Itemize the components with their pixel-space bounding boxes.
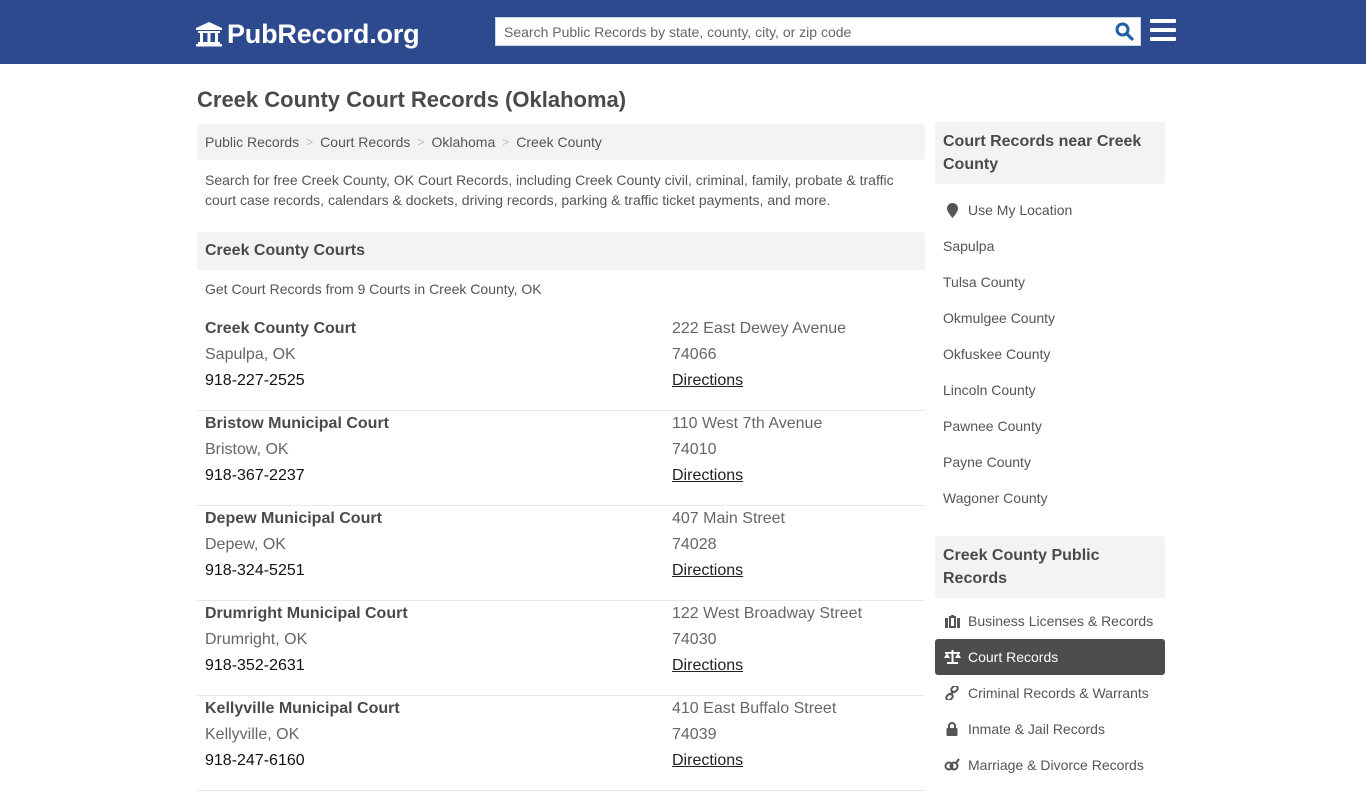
gender-rings-icon — [943, 758, 961, 772]
search-bar — [495, 17, 1141, 46]
sidebar-nearby: Court Records near Creek County Use My L… — [935, 122, 1165, 516]
court-name: Depew Municipal Court — [205, 510, 382, 527]
nearby-item-pawnee-county[interactable]: Pawnee County — [935, 408, 1165, 444]
court-city: Drumright, OK — [205, 631, 308, 648]
map-marker-icon — [943, 202, 961, 218]
court-address: 407 Main Street — [672, 510, 785, 527]
court-name: Drumright Municipal Court — [205, 605, 408, 622]
breadcrumb-separator: > — [502, 135, 510, 149]
sidebar-item-business-licenses[interactable]: Business Licenses & Records — [935, 603, 1165, 639]
court-phone[interactable]: 918-367-2237 — [205, 467, 389, 493]
court-zip: 74039 — [672, 726, 717, 743]
courts-list: Creek County Court Sapulpa, OK 918-227-2… — [197, 316, 925, 791]
site-logo[interactable]: PubRecord.org — [195, 16, 420, 52]
court-name: Kellyville Municipal Court — [205, 700, 400, 717]
directions-link[interactable]: Directions — [672, 372, 846, 398]
search-button[interactable] — [1108, 18, 1140, 45]
lock-icon — [943, 722, 961, 736]
court-phone[interactable]: 918-352-2631 — [205, 657, 408, 683]
courts-section-subheading: Get Court Records from 9 Courts in Creek… — [205, 281, 542, 297]
hamburger-menu-button[interactable] — [1150, 19, 1176, 43]
sidebar-item-label: Marriage & Divorce Records — [968, 757, 1144, 773]
court-phone[interactable]: 918-247-6160 — [205, 752, 400, 778]
court-phone[interactable]: 918-324-5251 — [205, 562, 382, 588]
court-address: 410 East Buffalo Street — [672, 700, 837, 717]
court-city: Kellyville, OK — [205, 726, 300, 743]
court-address: 122 West Broadway Street — [672, 605, 863, 622]
search-icon — [1115, 22, 1134, 41]
courts-section-heading: Creek County Courts — [197, 232, 925, 270]
court-city: Depew, OK — [205, 536, 286, 553]
sidebar-item-marriage-divorce[interactable]: Marriage & Divorce Records — [935, 747, 1165, 783]
breadcrumb-oklahoma[interactable]: Oklahoma — [431, 134, 495, 150]
sidebar-item-label: Business Licenses & Records — [968, 613, 1154, 629]
sidebar-public-records: Creek County Public Records Business Lic… — [935, 536, 1165, 783]
breadcrumb: Public Records > Court Records > Oklahom… — [197, 124, 925, 160]
court-zip: 74066 — [672, 346, 717, 363]
court-item: Depew Municipal Court Depew, OK 918-324-… — [197, 506, 925, 601]
sidebar-item-label: Criminal Records & Warrants — [968, 685, 1149, 701]
court-item: Creek County Court Sapulpa, OK 918-227-2… — [197, 316, 925, 411]
breadcrumb-separator: > — [306, 135, 314, 149]
use-my-location-link[interactable]: Use My Location — [935, 192, 1165, 228]
sidebar-item-criminal-records[interactable]: Criminal Records & Warrants — [935, 675, 1165, 711]
menu-bar-icon — [1150, 19, 1176, 23]
directions-link[interactable]: Directions — [672, 562, 785, 588]
directions-link[interactable]: Directions — [672, 467, 822, 493]
court-item: Drumright Municipal Court Drumright, OK … — [197, 601, 925, 696]
directions-link[interactable]: Directions — [672, 657, 862, 683]
briefcase-icon — [943, 614, 961, 628]
intro-text: Search for free Creek County, OK Court R… — [205, 172, 894, 208]
court-zip: 74010 — [672, 441, 717, 458]
sidebar-public-records-heading: Creek County Public Records — [935, 536, 1165, 598]
court-phone[interactable]: 918-227-2525 — [205, 372, 356, 398]
scales-icon — [943, 650, 961, 664]
court-address: 110 West 7th Avenue — [672, 415, 823, 432]
sidebar-nearby-heading: Court Records near Creek County — [935, 122, 1165, 184]
sidebar-item-inmate-records[interactable]: Inmate & Jail Records — [935, 711, 1165, 747]
court-zip: 74028 — [672, 536, 717, 553]
menu-bar-icon — [1150, 28, 1176, 32]
nearby-item-tulsa-county[interactable]: Tulsa County — [935, 264, 1165, 300]
search-input[interactable] — [496, 18, 1108, 45]
breadcrumb-public-records[interactable]: Public Records — [205, 134, 299, 150]
use-my-location-label: Use My Location — [968, 202, 1073, 218]
court-address: 222 East Dewey Avenue — [672, 320, 847, 337]
nearby-item-okmulgee-county[interactable]: Okmulgee County — [935, 300, 1165, 336]
public-records-list: Business Licenses & Records Court Record… — [935, 603, 1165, 783]
nearby-item-wagoner-county[interactable]: Wagoner County — [935, 480, 1165, 516]
court-zip: 74030 — [672, 631, 717, 648]
nearby-item-sapulpa[interactable]: Sapulpa — [935, 228, 1165, 264]
court-item: Kellyville Municipal Court Kellyville, O… — [197, 696, 925, 791]
nearby-item-okfuskee-county[interactable]: Okfuskee County — [935, 336, 1165, 372]
breadcrumb-court-records[interactable]: Court Records — [320, 134, 410, 150]
court-name: Creek County Court — [205, 320, 357, 337]
breadcrumb-creek-county[interactable]: Creek County — [516, 134, 602, 150]
sidebar-item-label: Court Records — [968, 649, 1059, 665]
court-item: Bristow Municipal Court Bristow, OK 918-… — [197, 411, 925, 506]
sidebar-item-label: Inmate & Jail Records — [968, 721, 1105, 737]
logo-text: PubRecord.org — [227, 19, 420, 49]
link-icon — [943, 686, 961, 700]
courthouse-icon — [196, 22, 222, 47]
court-city: Sapulpa, OK — [205, 346, 296, 363]
nearby-list: Use My Location Sapulpa Tulsa County Okm… — [935, 192, 1165, 516]
directions-link[interactable]: Directions — [672, 752, 836, 778]
court-name: Bristow Municipal Court — [205, 415, 389, 432]
site-header: PubRecord.org — [0, 0, 1366, 64]
breadcrumb-separator: > — [417, 135, 425, 149]
page-title: Creek County Court Records (Oklahoma) — [197, 87, 627, 112]
menu-bar-icon — [1150, 37, 1176, 41]
nearby-item-lincoln-county[interactable]: Lincoln County — [935, 372, 1165, 408]
sidebar-item-court-records[interactable]: Court Records — [935, 639, 1165, 675]
nearby-item-payne-county[interactable]: Payne County — [935, 444, 1165, 480]
court-city: Bristow, OK — [205, 441, 289, 458]
